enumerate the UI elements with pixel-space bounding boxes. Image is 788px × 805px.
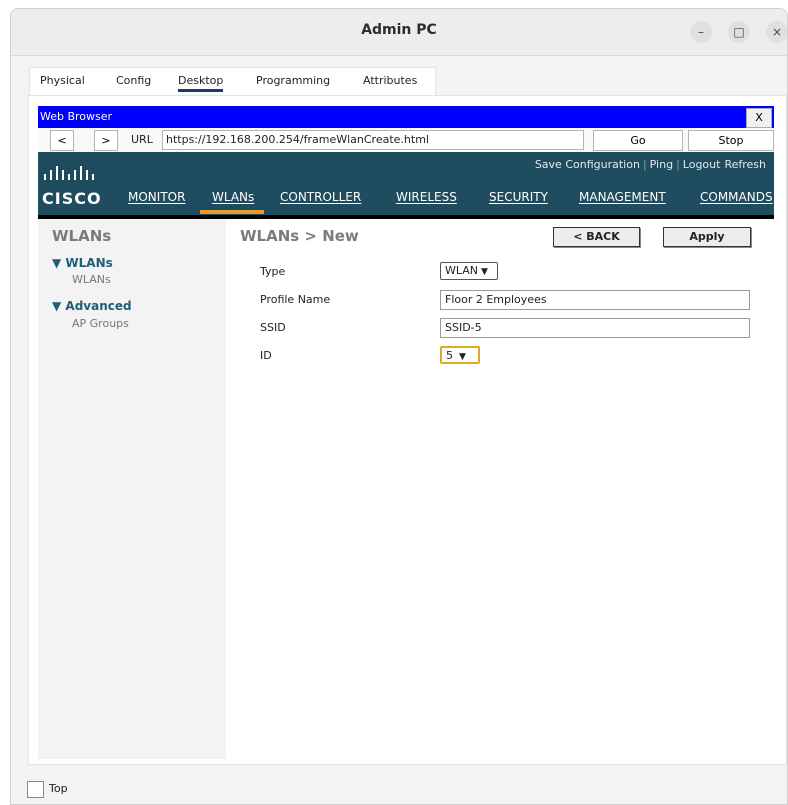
tab-attributes[interactable]: Attributes — [363, 74, 417, 87]
web-browser-title: Web Browser — [40, 110, 113, 123]
active-menu-indicator — [200, 210, 264, 214]
profile-name-label: Profile Name — [260, 293, 331, 306]
profile-name-input[interactable]: Floor 2 Employees — [440, 290, 750, 310]
go-button[interactable]: Go — [593, 130, 683, 151]
url-input[interactable]: https://192.168.200.254/frameWlanCreate.… — [162, 130, 584, 150]
top-checkbox-label: Top — [49, 782, 68, 795]
ping-link[interactable]: Ping — [650, 158, 673, 171]
logout-link[interactable]: Logout — [683, 158, 721, 171]
cisco-logo: CISCO — [42, 189, 102, 208]
apply-button[interactable]: Apply — [663, 227, 751, 247]
maximize-button[interactable]: □ — [728, 21, 750, 43]
title-bar: Admin PC – □ × — [11, 9, 787, 56]
url-bar: < > URL https://192.168.200.254/frameWla… — [38, 128, 774, 153]
web-browser-close-button[interactable]: X — [746, 108, 772, 128]
top-links: Save Configuration | Ping | Logout Refresh — [534, 158, 766, 171]
save-configuration-link[interactable]: Save Configuration — [535, 158, 640, 171]
tab-desktop[interactable]: Desktop — [178, 74, 224, 92]
cisco-header: CISCO Save Configuration | Ping | Logout Refr… — [38, 152, 774, 215]
id-select[interactable]: 5 ▼ — [440, 346, 480, 364]
menu-management[interactable]: MANAGEMENT — [579, 190, 666, 204]
sidebar: WLANs ▼ WLANs WLANs ▼ Advanced AP Groups — [38, 219, 226, 759]
expand-arrow-icon: ▼ — [52, 299, 66, 313]
forward-button[interactable]: > — [94, 130, 118, 151]
admin-pc-window: Admin PC – □ × Physical Config Desktop P… — [10, 8, 788, 805]
bottom-bar: Top — [11, 765, 787, 804]
page-title: WLANs > New — [240, 227, 359, 245]
sidebar-item-wlans[interactable]: WLANs — [72, 273, 111, 286]
minimize-button[interactable]: – — [690, 21, 712, 43]
url-label: URL — [131, 133, 153, 146]
expand-arrow-icon: ▼ — [52, 256, 66, 270]
ssid-label: SSID — [260, 321, 286, 334]
menu-controller[interactable]: CONTROLLER — [280, 190, 361, 204]
sidebar-group-wlans[interactable]: ▼ WLANs — [52, 256, 113, 270]
chevron-down-icon: ▼ — [459, 352, 466, 362]
close-button[interactable]: × — [766, 21, 787, 43]
chevron-down-icon: ▼ — [481, 267, 488, 277]
sidebar-group-advanced[interactable]: ▼ Advanced — [52, 299, 132, 313]
menu-security[interactable]: SECURITY — [489, 190, 548, 204]
web-browser-titlebar: Web Browser X — [38, 106, 774, 128]
sidebar-item-ap-groups[interactable]: AP Groups — [72, 317, 129, 330]
type-select[interactable]: WLAN ▼ — [440, 262, 498, 280]
ssid-input[interactable]: SSID-5 — [440, 318, 750, 338]
tab-bar: Physical Config Desktop Programming Attr… — [29, 67, 436, 96]
back-button[interactable]: < — [50, 130, 74, 151]
refresh-link[interactable]: Refresh — [724, 158, 766, 171]
id-label: ID — [260, 349, 272, 362]
type-label: Type — [260, 265, 286, 278]
window-title: Admin PC — [361, 22, 437, 38]
main-panel: WLANs > New < BACK Apply Type WLAN ▼ Prof… — [226, 219, 774, 759]
cisco-logo-bars-icon — [44, 166, 94, 180]
top-checkbox[interactable] — [27, 781, 44, 798]
stop-button[interactable]: Stop — [688, 130, 774, 151]
desktop-content: Web Browser X < > URL https://192.168.20… — [28, 95, 787, 765]
tab-programming[interactable]: Programming — [256, 74, 330, 87]
tab-physical[interactable]: Physical — [40, 74, 85, 87]
menu-monitor[interactable]: MONITOR — [128, 190, 185, 204]
sidebar-title: WLANs — [52, 227, 112, 245]
back-form-button[interactable]: < BACK — [553, 227, 640, 247]
menu-wlans[interactable]: WLANs — [212, 190, 254, 204]
menu-wireless[interactable]: WIRELESS — [396, 190, 457, 204]
tab-config[interactable]: Config — [116, 74, 151, 87]
menu-commands[interactable]: COMMANDS — [700, 190, 774, 204]
